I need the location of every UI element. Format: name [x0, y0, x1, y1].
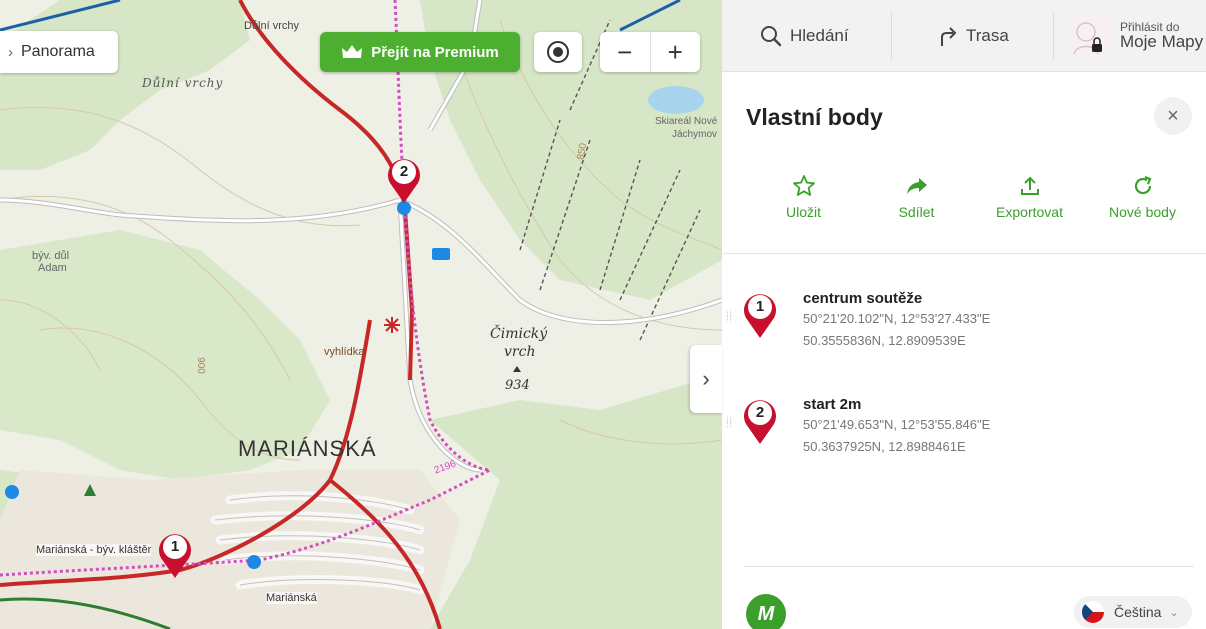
drag-handle-icon[interactable]: ⁞⁞ ⁞⁞: [726, 310, 734, 324]
panorama-label: Panorama: [21, 43, 95, 60]
footer-divider: [744, 566, 1194, 567]
save-label: Uložit: [785, 204, 821, 220]
search-button[interactable]: Hledání: [722, 11, 892, 60]
points-list: ⁞⁞ ⁞⁞ 1 centrum soutěže 50°21'20.102"N, 1…: [722, 254, 1206, 554]
star-icon: [792, 175, 815, 196]
panel-title: Vlastní body: [746, 104, 883, 130]
close-icon: ×: [1167, 104, 1179, 127]
map-label-marianska-town: MARIÁNSKÁ: [238, 436, 377, 461]
point-coords-decimal: 50.3555836N, 12.8909539E: [803, 333, 966, 348]
map-label-skiareal: Skiareál Nové: [655, 116, 718, 127]
map-label-dulni-vrchy: Důlní vrchy: [142, 76, 224, 90]
map-label-summit-height: 934: [505, 378, 530, 393]
map-pin-2[interactable]: 2: [384, 155, 424, 205]
list-item[interactable]: ⁞⁞ ⁞⁞ 2 start 2m 50°21'49.653"N, 12°53'55…: [722, 374, 1206, 464]
map-pin-1[interactable]: 1: [155, 530, 195, 580]
map-pin-number: 1: [170, 538, 180, 555]
point-pin-icon: 2: [740, 396, 780, 446]
map-label-marianska-klaster: Mariánská - býv. kláštěr: [36, 544, 152, 556]
map-label-adam: Adam: [38, 262, 67, 274]
list-item[interactable]: ⁞⁞ ⁞⁞ 1 centrum soutěže 50°21'20.102"N, 1…: [722, 268, 1206, 358]
chevron-right-icon: ›: [8, 43, 13, 61]
zoom-out-button[interactable]: −: [600, 32, 650, 72]
close-button[interactable]: ×: [1154, 97, 1192, 135]
user-avatar-icon: [1067, 14, 1111, 57]
route-arrow-icon: [941, 26, 957, 46]
new-points-button[interactable]: Nové body: [1086, 164, 1199, 253]
point-coords-dms: 50°21'20.102"N, 12°53'27.433"E: [803, 311, 991, 326]
action-toolbar: Uložit Sdílet Exportovat Nové body: [722, 164, 1206, 254]
czech-flag-icon: [1082, 601, 1104, 623]
share-button[interactable]: Sdílet: [860, 164, 973, 253]
map-label-contour-900: 900: [194, 357, 206, 374]
export-button[interactable]: Exportovat: [973, 164, 1086, 253]
panel-footer: M Čeština ⌄: [722, 566, 1206, 629]
map-label-marianska-stop: Mariánská: [266, 592, 317, 604]
point-name: start 2m: [803, 396, 862, 413]
route-label: Trasa: [966, 25, 1009, 45]
chevron-right-icon: ›: [702, 366, 710, 391]
login-button[interactable]: Přihlásit do Moje Mapy: [1054, 12, 1206, 60]
search-icon: [761, 25, 782, 46]
chevron-down-icon: ⌄: [1169, 606, 1179, 619]
zoom-in-button[interactable]: +: [649, 32, 701, 72]
premium-button[interactable]: Přejít na Premium: [320, 32, 520, 72]
side-panel: Hledání Trasa Přihlásit do Moje Mapy Vla…: [722, 0, 1206, 629]
drag-handle-icon[interactable]: ⁞⁞ ⁞⁞: [726, 416, 734, 430]
language-label: Čeština: [1114, 604, 1162, 620]
locate-me-button[interactable]: [534, 32, 582, 72]
map-label-dulni-vrchy-top: Důlní vrchy: [244, 20, 300, 32]
mapy-logo[interactable]: M: [746, 594, 786, 629]
refresh-icon: [1134, 175, 1151, 195]
login-line-2: Moje Mapy: [1120, 32, 1204, 51]
point-name: centrum soutěže: [803, 290, 923, 307]
upload-icon: [1020, 176, 1039, 195]
share-label: Sdílet: [898, 204, 935, 220]
language-select[interactable]: Čeština ⌄: [1074, 596, 1192, 628]
premium-label: Přejít na Premium: [371, 43, 499, 61]
point-number: 2: [755, 404, 765, 421]
new-points-label: Nové body: [1109, 204, 1176, 220]
point-number: 1: [755, 298, 765, 315]
map-base-layer: [0, 0, 722, 629]
map-canvas[interactable]: Důlní vrchy Důlní vrchy Skiareál Nové Já…: [0, 0, 722, 629]
share-arrow-icon: [906, 178, 927, 194]
map-label-cimicky: Čimický: [490, 326, 548, 342]
map-pin-number: 2: [399, 163, 409, 180]
panel-header: Vlastní body ×: [722, 72, 1206, 164]
map-label-byv-dul: býv. důl: [32, 250, 70, 262]
route-button[interactable]: Trasa: [892, 11, 1054, 60]
point-pin-icon: 1: [740, 290, 780, 340]
zoom-control: − +: [600, 32, 700, 72]
panorama-button[interactable]: › Panorama: [0, 31, 118, 73]
map-label-jachymov: Jáchymov: [672, 129, 718, 140]
save-button[interactable]: Uložit: [747, 164, 860, 253]
search-label: Hledání: [790, 25, 849, 45]
export-label: Exportovat: [996, 204, 1063, 220]
crown-icon: [342, 45, 363, 58]
top-navigation: Hledání Trasa Přihlásit do Moje Mapy: [722, 0, 1206, 72]
point-coords-decimal: 50.3637925N, 12.8988461E: [803, 439, 966, 454]
map-label-vyhlidka: vyhlídka: [324, 346, 365, 358]
point-coords-dms: 50°21'49.653"N, 12°53'55.846"E: [803, 417, 991, 432]
target-icon: [547, 41, 569, 63]
map-label-vrch: vrch: [504, 344, 536, 360]
panel-collapse-toggle[interactable]: ›: [690, 345, 722, 413]
